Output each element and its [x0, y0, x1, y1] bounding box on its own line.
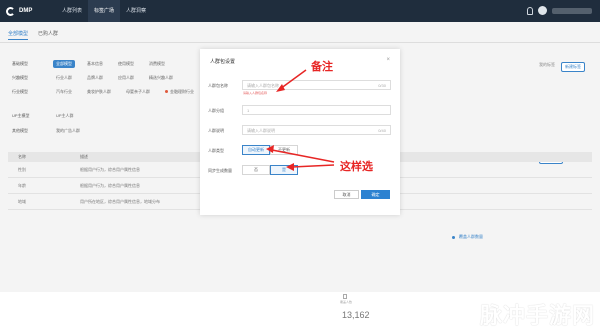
watermark: 脉冲手游网	[479, 303, 595, 328]
arrow-head	[266, 145, 274, 153]
annotation-select: 这样选	[340, 161, 373, 173]
arrow-head	[276, 84, 285, 92]
arrow-to-type	[271, 149, 335, 163]
annotation-note: 备注	[311, 61, 333, 73]
arrow-head	[286, 163, 294, 171]
arrow-to-gen	[291, 164, 335, 168]
annotation-arrows	[266, 69, 335, 171]
arrow-to-name	[279, 69, 307, 90]
